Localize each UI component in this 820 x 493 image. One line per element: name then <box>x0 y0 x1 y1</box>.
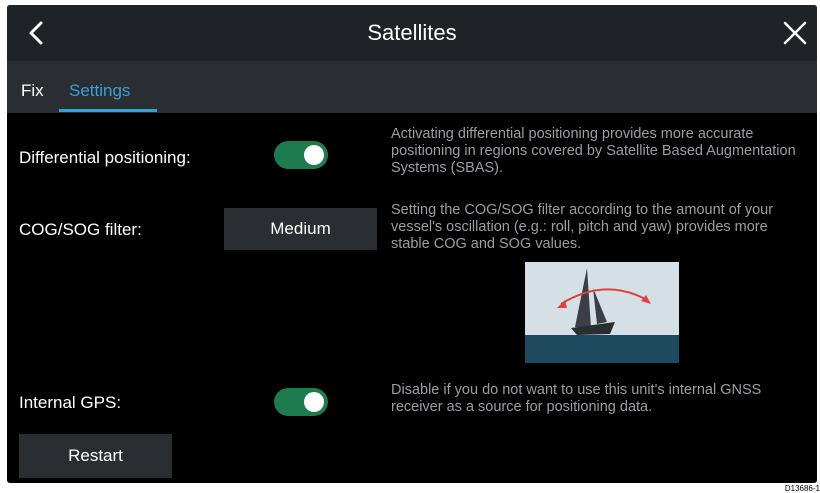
differential-positioning-description: Activating differential positioning prov… <box>391 126 796 176</box>
tab-settings[interactable]: Settings <box>69 81 130 101</box>
cog-sog-filter-description: Setting the COG/SOG filter according to … <box>391 202 774 252</box>
restart-button[interactable]: Restart <box>19 434 172 478</box>
differential-positioning-label: Differential positioning: <box>19 148 191 167</box>
close-icon[interactable] <box>781 19 809 47</box>
top-bar: Satellites <box>7 5 817 61</box>
internal-gps-toggle[interactable] <box>274 388 328 416</box>
toggle-knob <box>304 392 324 412</box>
cog-sog-filter-button[interactable]: Medium <box>224 208 377 250</box>
active-tab-indicator <box>59 109 157 112</box>
tab-bar: Fix Settings <box>7 61 817 113</box>
reference-code: D13686-1 <box>784 484 820 493</box>
page-title: Satellites <box>367 20 457 45</box>
cog-sog-filter-label: COG/SOG filter: <box>19 220 142 239</box>
tab-fix[interactable]: Fix <box>21 81 44 101</box>
boat-oscillation-illustration <box>525 262 679 363</box>
differential-positioning-toggle[interactable] <box>274 141 328 169</box>
satellites-screen: Satellites Fix Settings Differential pos… <box>7 5 817 483</box>
toggle-knob <box>304 145 324 165</box>
internal-gps-label: Internal GPS: <box>19 393 122 412</box>
internal-gps-description: Disable if you do not want to use this u… <box>391 382 762 415</box>
